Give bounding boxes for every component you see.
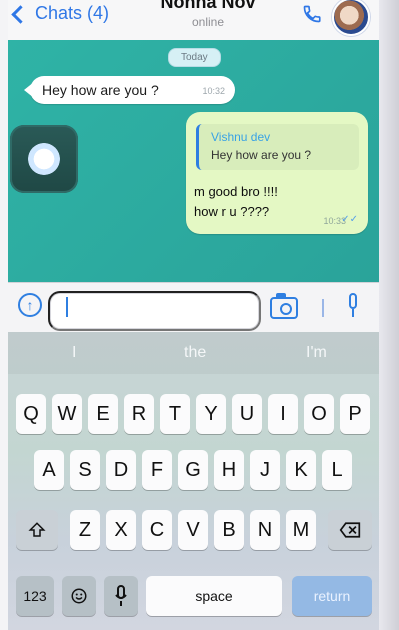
message-input-bar: ↑ xyxy=(8,282,380,333)
key-v[interactable]: V xyxy=(178,510,208,550)
key-k[interactable]: K xyxy=(286,450,316,490)
suggestion-2[interactable]: the xyxy=(184,344,206,362)
key-d[interactable]: D xyxy=(106,450,136,490)
key-t[interactable]: T xyxy=(160,394,190,434)
avatar[interactable] xyxy=(332,0,370,36)
return-key[interactable]: return xyxy=(292,576,372,616)
message-text: Hey how are you ? xyxy=(42,82,159,98)
contact-status: online xyxy=(191,15,225,29)
key-h[interactable]: H xyxy=(214,450,244,490)
quoted-reply[interactable]: Vishnu dev Hey how are you ? xyxy=(196,124,359,170)
attach-icon[interactable]: ↑ xyxy=(18,293,42,317)
app-frame: Chats (4) Nonna Nov online Today Hey how… xyxy=(0,0,399,630)
suggestion-1[interactable]: I xyxy=(72,344,76,362)
quoted-text: Hey how are you ? xyxy=(211,148,312,162)
date-badge: Today xyxy=(168,48,221,67)
key-u[interactable]: U xyxy=(232,394,262,434)
key-y[interactable]: Y xyxy=(196,394,226,434)
read-receipt-icon: ✓✓ xyxy=(341,214,358,225)
outgoing-message[interactable]: Vishnu dev Hey how are you ? m good bro … xyxy=(186,112,368,234)
incoming-message[interactable]: Hey how are you ? 10:32 xyxy=(24,76,235,104)
assistive-touch-button[interactable] xyxy=(10,125,78,193)
key-o[interactable]: O xyxy=(304,394,334,434)
key-s[interactable]: S xyxy=(70,450,100,490)
chat-area: Today Hey how are you ? 10:32 Vishnu dev… xyxy=(8,40,380,282)
contact-name: Nonna Nov xyxy=(160,0,256,12)
suggestion-3[interactable]: I'm xyxy=(306,344,327,362)
chevron-left-icon xyxy=(11,5,30,24)
back-button[interactable]: Chats (4) xyxy=(11,3,110,24)
microphone-icon xyxy=(115,585,127,606)
key-n[interactable]: N xyxy=(250,510,280,550)
dictation-key[interactable] xyxy=(104,576,138,616)
key-p[interactable]: P xyxy=(340,394,370,434)
space-key[interactable]: space xyxy=(146,576,282,616)
chat-header: Chats (4) Nonna Nov online xyxy=(8,0,380,41)
message-line-2: how r u ???? xyxy=(194,204,270,219)
message-time: 10:32 xyxy=(202,86,225,96)
back-label: Chats (4) xyxy=(35,3,110,23)
edge-shadow xyxy=(379,0,399,630)
numbers-key[interactable]: 123 xyxy=(16,576,54,616)
shift-key[interactable] xyxy=(16,510,58,550)
message-input[interactable] xyxy=(48,291,261,331)
key-z[interactable]: Z xyxy=(70,510,100,550)
key-e[interactable]: E xyxy=(88,394,118,434)
backspace-key[interactable] xyxy=(328,510,372,550)
microphone-icon[interactable] xyxy=(346,293,360,319)
phone-screen: Chats (4) Nonna Nov online Today Hey how… xyxy=(8,0,380,630)
key-l[interactable]: L xyxy=(322,450,352,490)
key-q[interactable]: Q xyxy=(16,394,46,434)
backspace-icon xyxy=(339,522,361,538)
key-x[interactable]: X xyxy=(106,510,136,550)
key-a[interactable]: A xyxy=(34,450,64,490)
suggestion-bar: I the I'm xyxy=(8,332,380,374)
key-j[interactable]: J xyxy=(250,450,280,490)
separator xyxy=(322,299,324,317)
key-b[interactable]: B xyxy=(214,510,244,550)
message-line-1: m good bro !!!! xyxy=(194,184,278,199)
text-caret xyxy=(66,297,68,317)
key-f[interactable]: F xyxy=(142,450,172,490)
emoji-key[interactable] xyxy=(62,576,96,616)
quoted-name: Vishnu dev xyxy=(211,130,271,144)
contact-info[interactable]: Nonna Nov online xyxy=(138,0,278,29)
assistive-touch-icon xyxy=(28,143,60,175)
key-c[interactable]: C xyxy=(142,510,172,550)
mic-stem xyxy=(352,309,354,317)
shift-icon xyxy=(28,522,46,537)
phone-icon[interactable] xyxy=(302,4,322,24)
key-g[interactable]: G xyxy=(178,450,208,490)
key-w[interactable]: W xyxy=(52,394,82,434)
camera-icon[interactable] xyxy=(270,293,298,319)
key-i[interactable]: I xyxy=(268,394,298,434)
mic-body xyxy=(349,293,357,309)
key-r[interactable]: R xyxy=(124,394,154,434)
key-m[interactable]: M xyxy=(286,510,316,550)
keyboard: I the I'm Q W E R T Y U I O P A S D F G … xyxy=(8,332,380,630)
emoji-icon xyxy=(71,588,87,604)
